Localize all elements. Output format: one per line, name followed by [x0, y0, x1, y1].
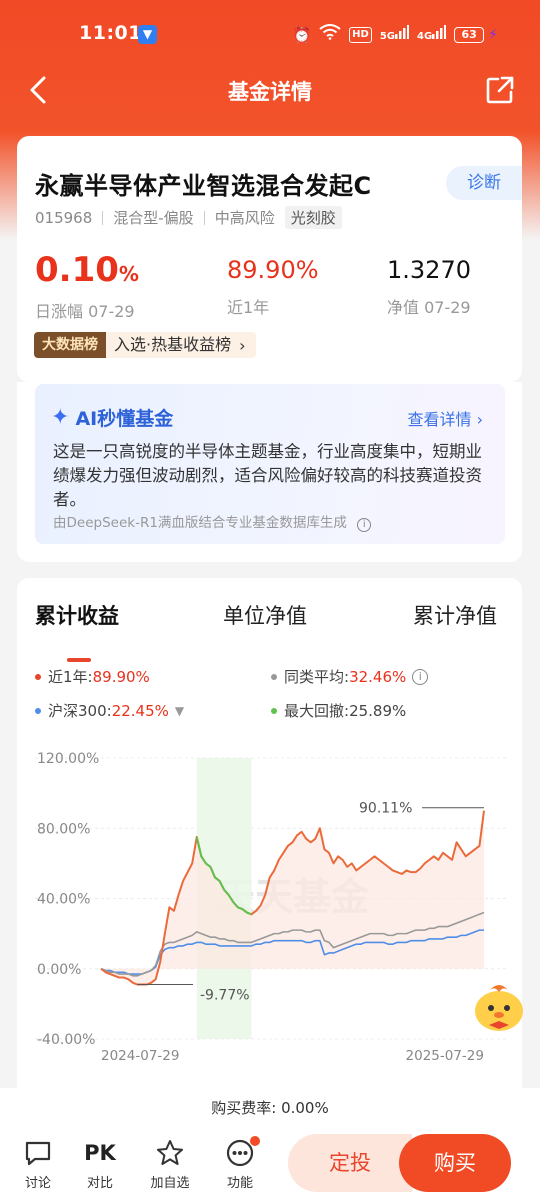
- ai-panel[interactable]: ✦ AI秒懂基金 查看详情 › 这是一只高锐度的半导体主题基金，行业高度集中，短…: [35, 384, 505, 544]
- daily-change-label: 日涨幅 07-29: [35, 302, 135, 321]
- daily-change-unit: %: [118, 262, 139, 286]
- ai-card: ✦ AI秒懂基金 查看详情 › 这是一只高锐度的半导体主题基金，行业高度集中，短…: [17, 382, 522, 562]
- nav-compare-label: 对比: [86, 1176, 113, 1191]
- tab-unit-nav[interactable]: 单位净值: [223, 600, 307, 630]
- daily-change-value: 0.10: [35, 250, 119, 290]
- ai-title-text: AI秒懂基金: [75, 408, 174, 430]
- tab-cumulative-return[interactable]: 累计收益: [35, 600, 119, 630]
- nav-discuss-label: 讨论: [24, 1176, 51, 1191]
- star-icon: [157, 1140, 183, 1165]
- ai-source: 由DeepSeek-R1满血版结合专业基金数据库生成 i: [53, 511, 372, 532]
- info-icon[interactable]: i: [412, 668, 429, 685]
- rank-badge[interactable]: 大数据榜 入选·热基收益榜 ›: [34, 332, 256, 358]
- fund-tags: 015968 混合型-偏股 中高风险 光刻胶: [35, 206, 342, 229]
- y-tick-label: 120.00%: [37, 751, 99, 767]
- nav-discuss[interactable]: 讨论: [10, 1136, 66, 1191]
- fund-name: 永赢半导体产业智选混合发起C: [35, 172, 372, 200]
- ai-summary: 这是一只高锐度的半导体主题基金，行业高度集中，短期业绩爆发力强但波动剧烈，适合风…: [53, 442, 482, 509]
- one-year-label: 近1年: [227, 298, 270, 317]
- one-year-value: 89.90%: [227, 256, 319, 284]
- legend-index[interactable]: 沪深300: 22.45% ▼: [35, 700, 184, 721]
- chart-tabs: 累计收益 单位净值 累计净值: [17, 600, 522, 662]
- daily-change-metric: 0.10% 日涨幅 07-29: [35, 248, 139, 322]
- fund-type: 混合型-偏股: [113, 209, 194, 227]
- fund-summary-card: 永赢半导体产业智选混合发起C 诊断 015968 混合型-偏股 中高风险 光刻胶…: [17, 136, 522, 382]
- charging-icon: ⚡: [488, 27, 498, 43]
- signal-5g-icon: 5G: [380, 23, 409, 48]
- y-tick-label: 0.00%: [37, 962, 81, 978]
- legend-fund: 近1年: 89.90%: [35, 666, 150, 687]
- legend-dot: [271, 707, 277, 714]
- chevron-right-icon: ›: [239, 335, 246, 355]
- fund-risk: 中高风险: [214, 209, 275, 227]
- tab-cumulative-nav[interactable]: 累计净值: [413, 600, 497, 630]
- nav-add-watchlist-label: 加自选: [150, 1176, 190, 1191]
- alarm-icon: ⏰: [292, 26, 312, 44]
- info-icon[interactable]: i: [357, 518, 372, 532]
- notification-badge: [250, 1136, 260, 1146]
- nav-compare[interactable]: PK 对比: [72, 1136, 128, 1191]
- title-bar: 基金详情: [0, 62, 540, 118]
- buy-button[interactable]: 购买: [399, 1134, 511, 1192]
- battery-icon: 63: [454, 27, 485, 43]
- chevron-right-icon: ›: [476, 410, 483, 429]
- pk-icon: PK: [84, 1141, 116, 1165]
- hd-icon: HD: [349, 27, 372, 43]
- fund-code: 015968: [35, 208, 93, 227]
- legend-dot: [35, 673, 41, 680]
- notification-app-icon: ▼: [138, 25, 157, 44]
- active-tab-indicator: [67, 658, 91, 662]
- y-tick-label: -40.00%: [37, 1032, 95, 1048]
- max-annotation: 90.11%: [359, 801, 412, 817]
- y-tick-label: 80.00%: [37, 821, 90, 837]
- x-tick-label: 2024-07-29: [101, 1048, 179, 1064]
- legend-dot: [271, 673, 277, 680]
- legend-drawdown: 最大回撤: 25.89%: [271, 700, 406, 721]
- signal-4g-icon: 4G: [417, 23, 447, 48]
- bottom-nav: 讨论 PK 对比 加自选 功能 定投 购买: [0, 1128, 540, 1200]
- y-tick-label: 40.00%: [37, 892, 90, 908]
- chart-card: 累计收益 单位净值 累计净值 近1年: 89.90% 同类平均: 32.46% i …: [17, 578, 522, 1098]
- x-tick-label: 2025-07-29: [406, 1048, 484, 1064]
- min-annotation: -9.77%: [200, 988, 250, 1004]
- nav-functions-label: 功能: [226, 1176, 253, 1191]
- mascot-icon[interactable]: [470, 978, 528, 1036]
- status-time: 11:01: [79, 22, 142, 44]
- ai-detail-link[interactable]: 查看详情 ›: [407, 406, 483, 430]
- nav-add-watchlist[interactable]: 加自选: [142, 1136, 198, 1191]
- fee-bar: 购买费率: 0.00%: [0, 1088, 540, 1128]
- return-chart[interactable]: 120.00%80.00%40.00%0.00%-40.00%天天基金90.11…: [17, 738, 522, 1068]
- nav-label: 净值 07-29: [387, 298, 471, 317]
- page-title: 基金详情: [228, 80, 312, 104]
- nav-functions[interactable]: 功能: [212, 1136, 268, 1191]
- big-data-rank-label: 大数据榜: [34, 332, 106, 358]
- fund-concept-tag[interactable]: 光刻胶: [284, 206, 342, 229]
- legend-dot: [35, 707, 41, 714]
- ai-title: ✦ AI秒懂基金: [51, 404, 173, 431]
- share-icon: [486, 76, 514, 104]
- status-icons: ⏰ HD 5G 4G 63 ⚡: [292, 24, 498, 46]
- chat-icon: [25, 1141, 51, 1166]
- nav-value: 1.3270: [387, 256, 471, 284]
- sparkle-icon: ✦: [51, 405, 70, 430]
- nav-metric: 1.3270 净值 07-29: [387, 248, 471, 318]
- one-year-metric: 89.90% 近1年: [227, 248, 319, 318]
- diagnose-button[interactable]: 诊断: [446, 166, 522, 200]
- legend-peer: 同类平均: 32.46% i: [271, 666, 429, 687]
- wifi-icon: [319, 24, 341, 46]
- sip-button[interactable]: 定投: [288, 1134, 412, 1192]
- dropdown-caret-icon: ▼: [174, 703, 185, 718]
- rank-badge-text: 入选·热基收益榜: [114, 335, 232, 354]
- share-button[interactable]: [482, 72, 518, 108]
